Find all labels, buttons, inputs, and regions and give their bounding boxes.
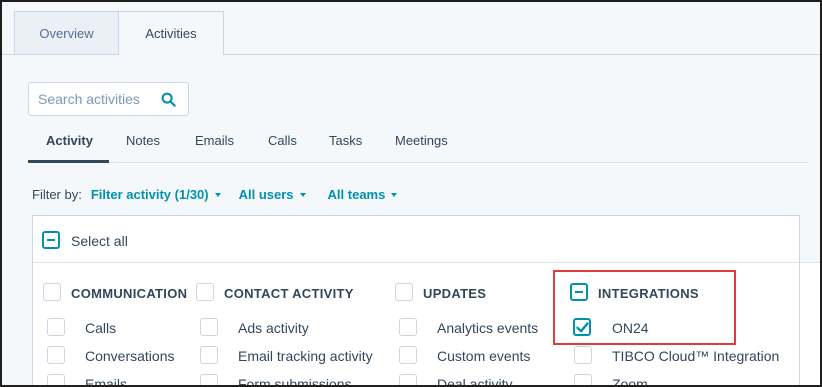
- filter-bar: Filter by: Filter activity (1/30) All us…: [32, 187, 398, 202]
- search-icon[interactable]: [161, 92, 176, 107]
- email-tracking-activity-label: Email tracking activity: [238, 348, 373, 364]
- calls-label: Calls: [85, 320, 117, 336]
- caret-down-icon: [299, 192, 306, 197]
- tab-activity[interactable]: Activity: [46, 133, 93, 148]
- tab-overview[interactable]: Overview: [14, 11, 119, 55]
- emails-checkbox[interactable]: [47, 374, 65, 387]
- analytics-events-label: Analytics events: [437, 320, 539, 336]
- zoom-checkbox[interactable]: [574, 374, 592, 387]
- filter-label: Filter by:: [32, 187, 82, 202]
- caret-down-icon: [214, 192, 221, 197]
- filter-activity-dropdown[interactable]: Filter activity (1/30): [91, 187, 221, 202]
- ads-activity-checkbox[interactable]: [200, 318, 218, 336]
- caret-down-icon: [391, 192, 398, 197]
- deal-activity-label: Deal activity: [437, 376, 513, 387]
- conversations-checkbox[interactable]: [47, 346, 65, 364]
- custom-events-label: Custom events: [437, 348, 531, 364]
- tab-activities[interactable]: Activities: [119, 11, 224, 55]
- all-teams-dropdown[interactable]: All teams: [328, 187, 398, 202]
- tab-notes[interactable]: Notes: [126, 133, 160, 148]
- select-all-checkbox[interactable]: [42, 231, 60, 249]
- tibco-cloud-integration-checkbox[interactable]: [574, 346, 592, 364]
- updates-header: UPDATES: [423, 286, 487, 301]
- active-tab-indicator: [28, 160, 109, 163]
- search-box[interactable]: [28, 82, 189, 116]
- top-tab-bar: Overview Activities: [14, 11, 224, 55]
- tab-tasks[interactable]: Tasks: [329, 133, 362, 148]
- activity-tab-bar: Activity Notes Emails Calls Tasks Meetin…: [28, 125, 808, 163]
- search-input[interactable]: [38, 91, 158, 107]
- communication-header: COMMUNICATION: [71, 286, 188, 301]
- calls-checkbox[interactable]: [47, 318, 65, 336]
- all-teams-label: All teams: [327, 187, 386, 202]
- all-users-dropdown[interactable]: All users: [239, 187, 306, 202]
- updates-checkbox[interactable]: [395, 283, 413, 301]
- filter-activity-label: Filter activity (1/30): [90, 187, 209, 202]
- all-users-label: All users: [238, 187, 294, 202]
- tab-calls[interactable]: Calls: [268, 133, 297, 148]
- contact-activity-header: CONTACT ACTIVITY: [224, 286, 354, 301]
- zoom-label: Zoom: [612, 376, 648, 387]
- contact-activity-checkbox[interactable]: [196, 283, 214, 301]
- tab-meetings[interactable]: Meetings: [395, 133, 448, 148]
- custom-events-checkbox[interactable]: [399, 346, 417, 364]
- integrations-highlight-box: [553, 270, 736, 345]
- emails-label: Emails: [85, 376, 128, 387]
- communication-checkbox[interactable]: [43, 283, 61, 301]
- form-submissions-checkbox[interactable]: [200, 374, 218, 387]
- form-submissions-label: Form submissions: [238, 376, 352, 387]
- select-all-label: Select all: [71, 233, 128, 249]
- conversations-label: Conversations: [85, 348, 175, 364]
- email-tracking-activity-checkbox[interactable]: [200, 346, 218, 364]
- tab-emails[interactable]: Emails: [195, 133, 234, 148]
- ads-activity-label: Ads activity: [238, 320, 309, 336]
- tibco-cloud-integration-label: TIBCO Cloud™ Integration: [612, 348, 780, 364]
- deal-activity-checkbox[interactable]: [399, 374, 417, 387]
- analytics-events-checkbox[interactable]: [399, 318, 417, 336]
